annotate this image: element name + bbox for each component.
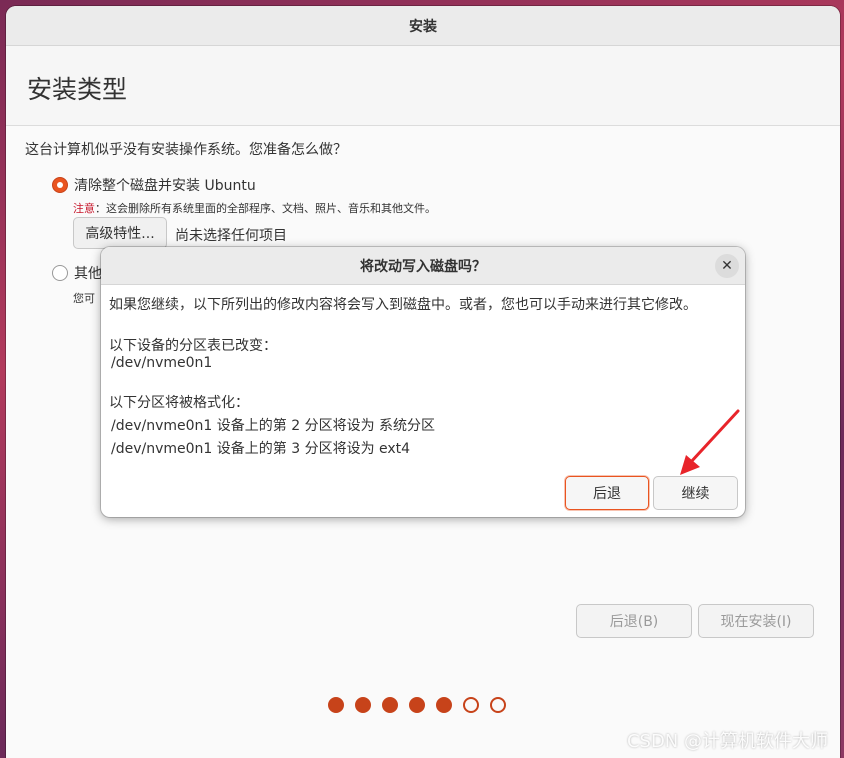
advanced-status: 尚未选择任何项目	[175, 228, 287, 244]
dialog-intro: 如果您继续，以下所列出的修改内容将会写入到磁盘中。或者，您也可以手动来进行其它修…	[109, 297, 697, 313]
partition-table-heading: 以下设备的分区表已改变：	[109, 338, 277, 354]
erase-warning-note: 注意：这会删除所有系统里面的全部程序、文档、照片、音乐和其他文件。	[73, 200, 436, 216]
page-header: 安装类型	[6, 46, 840, 126]
note-prefix: 注意	[73, 202, 95, 215]
progress-dots	[328, 697, 506, 713]
option-something-else-label: 其他	[74, 266, 102, 282]
progress-dot-complete	[355, 697, 371, 713]
close-icon: ✕	[721, 258, 733, 274]
radio-unselected-icon[interactable]	[52, 265, 68, 281]
window-title: 安装	[409, 18, 437, 35]
dialog-close-button[interactable]: ✕	[715, 254, 739, 278]
page-title: 安装类型	[27, 75, 128, 104]
install-question: 这台计算机似乎没有安装操作系统。您准备怎么做？	[25, 142, 347, 158]
confirm-write-dialog: 将改动写入磁盘吗？ ✕ 如果您继续，以下所列出的修改内容将会写入到磁盘中。或者，…	[101, 247, 745, 517]
install-now-button[interactable]: 现在安装(I)	[698, 604, 814, 638]
progress-dot-pending	[463, 697, 479, 713]
progress-dot-complete	[328, 697, 344, 713]
format-item: /dev/nvme0n1 设备上的第 3 分区将设为 ext4	[111, 441, 411, 457]
progress-dot-complete	[436, 697, 452, 713]
dialog-continue-button[interactable]: 继续	[653, 476, 738, 510]
radio-selected-icon[interactable]	[52, 177, 68, 193]
dialog-titlebar: 将改动写入磁盘吗？ ✕	[101, 247, 745, 285]
advanced-features-button[interactable]: 高级特性...	[73, 217, 167, 249]
watermark: CSDN @计算机软件大师	[626, 731, 828, 752]
dialog-title: 将改动写入磁盘吗？	[360, 258, 486, 275]
progress-dot-pending	[490, 697, 506, 713]
progress-dot-complete	[382, 697, 398, 713]
option-something-else-sublabel: 您可	[73, 292, 95, 305]
option-erase-disk[interactable]: 清除整个磁盘并安装 Ubuntu	[52, 175, 256, 195]
note-text: ：这会删除所有系统里面的全部程序、文档、照片、音乐和其他文件。	[95, 202, 436, 215]
main-back-button[interactable]: 后退(B)	[576, 604, 692, 638]
partition-table-device: /dev/nvme0n1	[111, 355, 213, 371]
annotation-arrow-icon	[680, 409, 740, 475]
option-something-else[interactable]: 其他	[52, 263, 102, 283]
dialog-back-button[interactable]: 后退	[565, 476, 649, 510]
option-erase-disk-label: 清除整个磁盘并安装 Ubuntu	[74, 178, 256, 194]
progress-dot-complete	[409, 697, 425, 713]
format-item: /dev/nvme0n1 设备上的第 2 分区将设为 系统分区	[111, 418, 436, 434]
format-heading: 以下分区将被格式化：	[109, 395, 249, 411]
window-titlebar: 安装	[6, 6, 840, 46]
